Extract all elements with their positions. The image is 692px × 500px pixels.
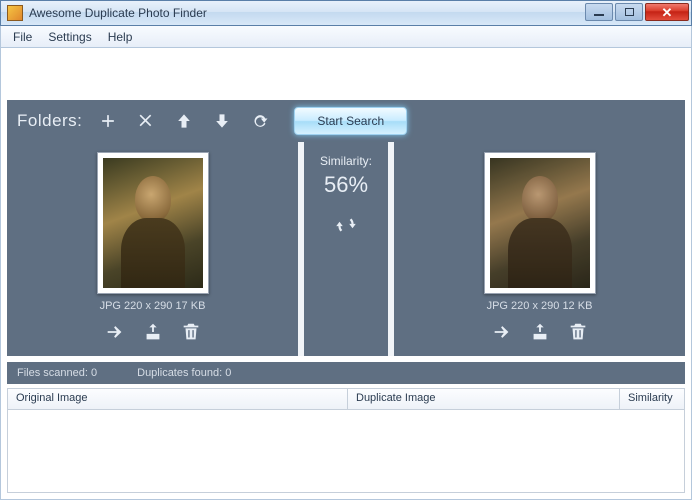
- right-image-info: JPG220 x 29012 KB: [487, 300, 593, 312]
- folders-label: Folders:: [17, 111, 82, 131]
- menu-settings[interactable]: Settings: [40, 28, 99, 46]
- minimize-button[interactable]: [585, 3, 613, 21]
- right-image-panel: JPG220 x 29012 KB: [394, 142, 685, 356]
- menu-file[interactable]: File: [5, 28, 40, 46]
- swap-button[interactable]: [304, 212, 388, 241]
- right-thumbnail[interactable]: [484, 152, 596, 294]
- status-bar: Files scanned: 0 Duplicates found: 0: [7, 362, 685, 384]
- add-folder-button[interactable]: [96, 109, 120, 133]
- menu-help[interactable]: Help: [100, 28, 141, 46]
- right-next-button[interactable]: [490, 320, 514, 344]
- similarity-panel: Similarity: 56%: [298, 142, 394, 356]
- col-duplicate[interactable]: Duplicate Image: [348, 389, 620, 409]
- left-open-folder-button[interactable]: [141, 320, 165, 344]
- title-bar: Awesome Duplicate Photo Finder ✕: [0, 0, 692, 26]
- left-delete-button[interactable]: [179, 320, 203, 344]
- similarity-value: 56%: [304, 172, 388, 198]
- left-image-info: JPG220 x 29017 KB: [100, 300, 206, 312]
- window-title: Awesome Duplicate Photo Finder: [29, 6, 585, 20]
- close-button[interactable]: ✕: [645, 3, 689, 21]
- start-search-button[interactable]: Start Search: [294, 107, 407, 135]
- move-down-button[interactable]: [210, 109, 234, 133]
- left-image-panel: JPG220 x 29017 KB: [7, 142, 298, 356]
- maximize-button[interactable]: [615, 3, 643, 21]
- right-delete-button[interactable]: [566, 320, 590, 344]
- app-icon: [7, 5, 23, 21]
- right-open-folder-button[interactable]: [528, 320, 552, 344]
- empty-area: [1, 48, 691, 100]
- move-up-button[interactable]: [172, 109, 196, 133]
- folders-toolbar: Folders: Start Search: [7, 100, 685, 142]
- col-similarity[interactable]: Similarity: [620, 389, 684, 409]
- col-original[interactable]: Original Image: [8, 389, 348, 409]
- results-body[interactable]: [7, 410, 685, 493]
- menu-bar: File Settings Help: [0, 26, 692, 48]
- left-thumbnail[interactable]: [97, 152, 209, 294]
- refresh-button[interactable]: [248, 109, 272, 133]
- left-next-button[interactable]: [103, 320, 127, 344]
- results-header: Original Image Duplicate Image Similarit…: [7, 388, 685, 410]
- similarity-label: Similarity:: [304, 154, 388, 168]
- remove-folder-button[interactable]: [134, 109, 158, 133]
